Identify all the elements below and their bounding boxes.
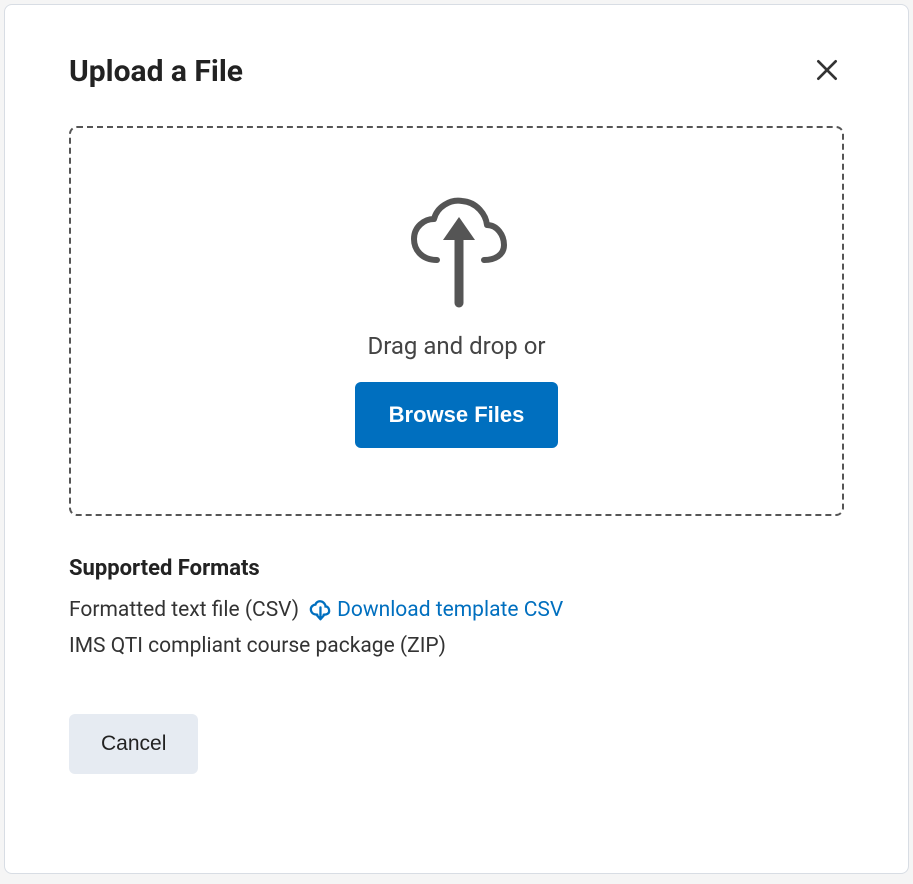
format-zip-line: IMS QTI compliant course package (ZIP) (69, 629, 844, 665)
supported-formats-section: Supported Formats Formatted text file (C… (69, 556, 844, 664)
download-template-link[interactable]: Download template CSV (309, 593, 563, 629)
format-csv-text: Formatted text file (CSV) (69, 593, 299, 629)
supported-formats-heading: Supported Formats (69, 556, 844, 581)
cloud-upload-icon (402, 195, 512, 310)
cancel-button[interactable]: Cancel (69, 714, 198, 774)
dialog-title: Upload a File (69, 54, 243, 89)
close-button[interactable] (810, 53, 844, 90)
drag-drop-text: Drag and drop or (367, 332, 545, 360)
download-icon (309, 600, 331, 622)
download-template-label: Download template CSV (337, 593, 563, 629)
browse-files-button[interactable]: Browse Files (355, 382, 559, 448)
upload-file-dialog: Upload a File Drag and drop or Browse Fi… (4, 4, 909, 874)
close-icon (814, 57, 840, 86)
format-csv-line: Formatted text file (CSV) Download templ… (69, 593, 844, 629)
dropzone[interactable]: Drag and drop or Browse Files (69, 126, 844, 516)
dialog-header: Upload a File (69, 53, 844, 90)
format-zip-text: IMS QTI compliant course package (ZIP) (69, 629, 446, 665)
